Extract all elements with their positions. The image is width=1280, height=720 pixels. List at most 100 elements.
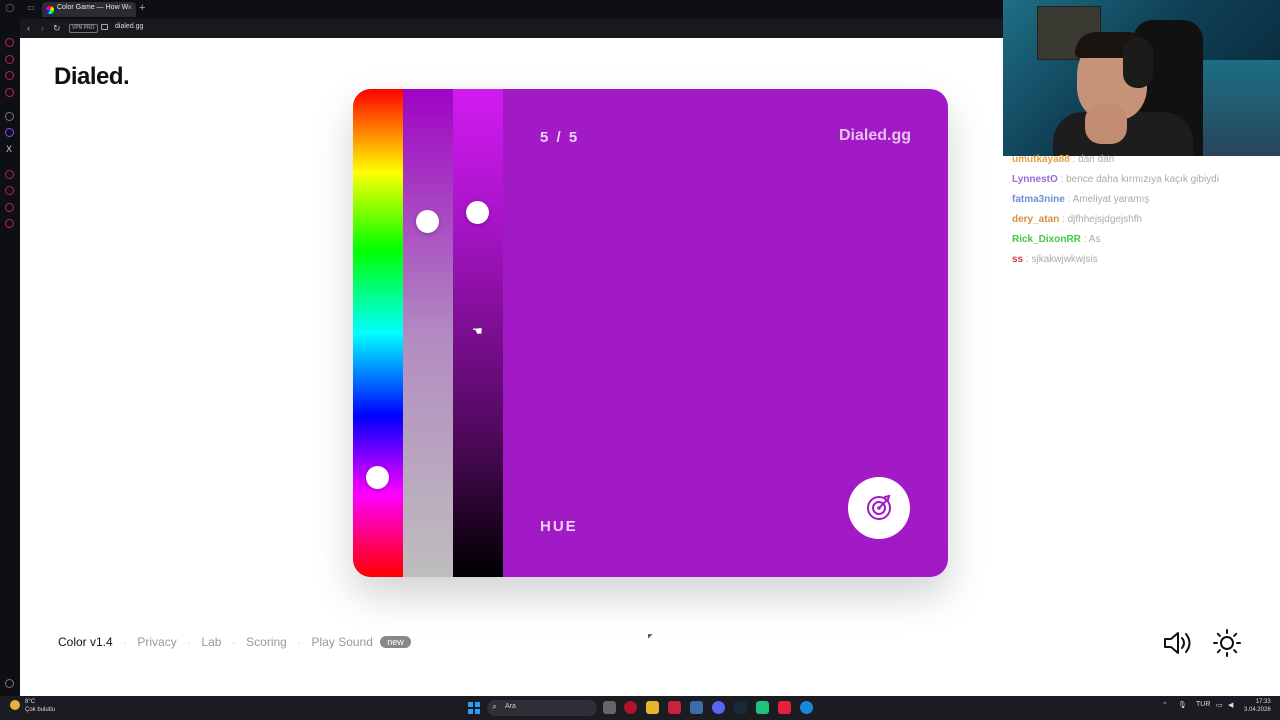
search-placeholder: Ara <box>505 703 516 710</box>
chat-username[interactable]: ss <box>1012 254 1023 265</box>
saturation-slider[interactable] <box>403 89 453 577</box>
reload-button[interactable]: ↻ <box>53 22 61 34</box>
weather-temp: 8°C <box>25 699 36 705</box>
weather-widget[interactable]: 8°C Çok bulutlu <box>25 698 55 714</box>
chat-separator: : <box>1064 194 1073 205</box>
chat-message: umutkaya88 : dan dan <box>1012 150 1280 170</box>
tab-close-icon[interactable]: × <box>127 3 132 12</box>
clock-date: 3.04.2026 <box>1244 707 1271 713</box>
chat-separator: : <box>1069 154 1079 165</box>
color-picker-card: 5 / 5 Dialed.gg HUE <box>353 89 948 577</box>
new-tab-button[interactable]: + <box>139 1 145 16</box>
chat-message: dery_atan : djfhhejsjdgejshfh <box>1012 210 1280 230</box>
submit-guess-button[interactable] <box>848 477 910 539</box>
hue-slider[interactable] <box>353 89 403 577</box>
stream-chat: umutkaya88 : dan dan LynnestO : bence dah… <box>1012 150 1280 270</box>
chat-text: Ameliyat yaramış <box>1072 194 1150 205</box>
edge-icon[interactable] <box>800 701 813 714</box>
chat-separator: : <box>1057 174 1067 185</box>
new-badge: new <box>380 636 411 648</box>
sidebar-app-icon[interactable] <box>5 88 14 97</box>
webcam-overlay <box>1003 0 1280 156</box>
webcam-headset <box>1123 38 1153 88</box>
taskbar-search[interactable]: ⌕ Ara <box>487 700 597 716</box>
play-sound-link[interactable]: Play Sound <box>312 635 373 649</box>
language-indicator[interactable]: TUR <box>1196 701 1210 708</box>
url-field[interactable]: dialed.gg <box>115 23 143 30</box>
round-counter: 5 / 5 <box>540 129 580 146</box>
sidebar-app-icon[interactable] <box>5 55 14 64</box>
webcam-person-hand <box>1085 104 1127 144</box>
discord-icon[interactable] <box>712 701 725 714</box>
small-mark: ◤ <box>648 634 653 640</box>
sidebar-extensions-icon[interactable] <box>5 203 14 212</box>
chat-text: djfhhejsjdgejshfh <box>1067 214 1143 225</box>
network-icon[interactable]: ▭ <box>1216 701 1223 709</box>
sidebar-settings-icon[interactable] <box>5 219 14 228</box>
lightness-slider-handle[interactable] <box>466 201 489 224</box>
chat-message: ss : sjkakwjwkwjsis <box>1012 250 1280 270</box>
sidebar-aria-icon[interactable] <box>5 38 14 47</box>
dialed-favicon-icon <box>46 6 54 14</box>
back-button[interactable]: ‹ <box>27 22 30 34</box>
clock[interactable]: 17:33 3.04.2026 <box>1244 698 1271 714</box>
windows-taskbar: 8°C Çok bulutlu ⌕ Ara ⌃ 🎙 TUR ▭ ◀ 17:33 … <box>0 696 1280 720</box>
theme-toggle-button[interactable] <box>1212 628 1242 658</box>
chat-text: sjkakwjwkwjsis <box>1031 254 1098 265</box>
chat-separator: : <box>1080 234 1089 245</box>
address-bar: ‹ › ↻ VPN PRO dialed.gg <box>20 19 1003 38</box>
volume-icon[interactable]: ◀ <box>1228 701 1233 709</box>
chat-username[interactable]: dery_atan <box>1012 214 1059 225</box>
app-icon[interactable] <box>668 701 681 714</box>
privacy-link[interactable]: Privacy <box>137 635 176 649</box>
sidebar-clock-icon[interactable] <box>5 186 14 195</box>
version-label: Color v1.4 <box>58 635 113 649</box>
tray-chevron-icon[interactable]: ⌃ <box>1162 701 1168 709</box>
steam-icon[interactable] <box>734 701 747 714</box>
lab-link[interactable]: Lab <box>201 635 221 649</box>
microphone-icon[interactable]: 🎙 <box>1178 701 1187 709</box>
chat-text: bence daha kırmızıya kaçık gibiydi <box>1066 174 1219 185</box>
app-icon[interactable] <box>690 701 703 714</box>
chat-username[interactable]: Rick_DixonRR <box>1012 234 1081 245</box>
scoring-link[interactable]: Scoring <box>246 635 287 649</box>
footer: Color v1.4 · Privacy · Lab · Scoring · P… <box>58 635 411 649</box>
app-icon[interactable] <box>756 701 769 714</box>
opera-logo-icon[interactable]: ◯ <box>5 3 15 13</box>
tab-overview-icon[interactable]: ▭ <box>26 3 36 13</box>
weather-icon[interactable] <box>10 700 20 710</box>
sound-toggle-button[interactable] <box>1162 628 1194 658</box>
browser-sidebar: X <box>0 19 20 696</box>
task-view-icon[interactable] <box>603 701 616 714</box>
sidebar-chatgpt-icon[interactable] <box>5 112 14 121</box>
opera-gx-icon[interactable] <box>624 701 637 714</box>
chat-message: fatma3nine : Ameliyat yaramış <box>1012 190 1280 210</box>
mouse-cursor-icon: ☚ <box>472 324 483 338</box>
windows-start-icon[interactable] <box>468 702 480 714</box>
site-logo[interactable]: Dialed. <box>54 63 130 91</box>
hue-slider-handle[interactable] <box>366 466 389 489</box>
file-explorer-icon[interactable] <box>646 701 659 714</box>
chat-message: Rick_DixonRR : As <box>1012 230 1280 250</box>
sidebar-x-icon[interactable]: X <box>6 145 12 154</box>
forward-button[interactable]: › <box>41 22 44 34</box>
tab-color-game[interactable]: Color Game — How W × <box>42 2 136 17</box>
separator: · <box>231 635 236 649</box>
saturation-slider-handle[interactable] <box>416 210 439 233</box>
sidebar-more-icon[interactable] <box>5 679 14 688</box>
sidebar-history-icon[interactable] <box>5 170 14 179</box>
sidebar-twitch-icon[interactable] <box>5 128 14 137</box>
chat-username[interactable]: umutkaya88 <box>1012 154 1070 165</box>
sidebar-messenger-icon[interactable] <box>5 71 14 80</box>
vpn-badge[interactable]: VPN PRO <box>69 24 98 33</box>
brand-label: Dialed.gg <box>838 127 911 144</box>
weather-desc: Çok bulutlu <box>25 707 56 713</box>
separator: · <box>297 635 302 649</box>
lock-icon[interactable] <box>101 24 108 30</box>
chat-username[interactable]: LynnestO <box>1012 174 1058 185</box>
target-icon <box>867 494 891 520</box>
chat-username[interactable]: fatma3nine <box>1012 194 1065 205</box>
sun-icon <box>1213 629 1241 657</box>
app-icon[interactable] <box>778 701 791 714</box>
chat-message: LynnestO : bence daha kırmızıya kaçık gi… <box>1012 170 1280 190</box>
